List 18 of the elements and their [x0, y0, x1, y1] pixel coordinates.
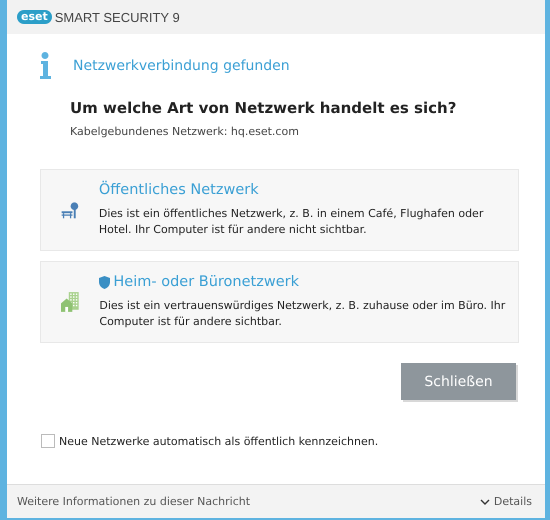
info-icon	[40, 52, 51, 79]
network-option[interactable]: Heim- oder Büronetzwerk Dies ist ein vertrauenswürdiges Netzwerk, z. B. zuhause oder im Büro. Ihr Computer ist für andere sichtbar.	[40, 261, 519, 343]
network-option[interactable]: Öffentliches Netzwerk Dies ist ein öffentliches Netzwerk, z. B. in einem Café, Flughafen oder Hotel. Ihr Computer ist für andere nicht sichtbar.	[40, 169, 519, 251]
checkbox-label: Neue Netzwerke automatisch als öffentlich kennzeichnen.	[59, 434, 378, 448]
window-title: SMART SECURITY 9	[54, 10, 180, 24]
option-title: Heim- oder Büronetzwerk	[99, 274, 518, 290]
more-info-link[interactable]: Weitere Informationen zu dieser Nachricht	[17, 495, 250, 508]
chevron-down-icon	[480, 498, 490, 504]
details-button[interactable]: Details	[480, 495, 532, 508]
option-description: Dies ist ein öffentliches Netzwerk, z. B. in einem Café, Flughafen oder Hotel. Ihr Computer ist für andere nicht sichtbar.	[98, 206, 484, 238]
option-description: Dies ist ein vertrauenswürdiges Netzwerk, z. B. zuhause oder im Büro. Ihr Computer ist für andere sichtbar.	[99, 298, 506, 330]
logo: eset	[17, 10, 52, 24]
checkbox[interactable]	[41, 434, 55, 448]
notice-title: Netzwerkverbindung gefunden	[73, 58, 290, 74]
question-heading: Um welche Art von Netzwerk handelt es sich?	[70, 99, 458, 117]
connection-text: Kabelgebundenes Netzwerk: hq.eset.com	[70, 125, 300, 138]
option-title: Öffentliches Netzwerk	[98, 182, 260, 198]
shield-icon	[99, 276, 110, 288]
